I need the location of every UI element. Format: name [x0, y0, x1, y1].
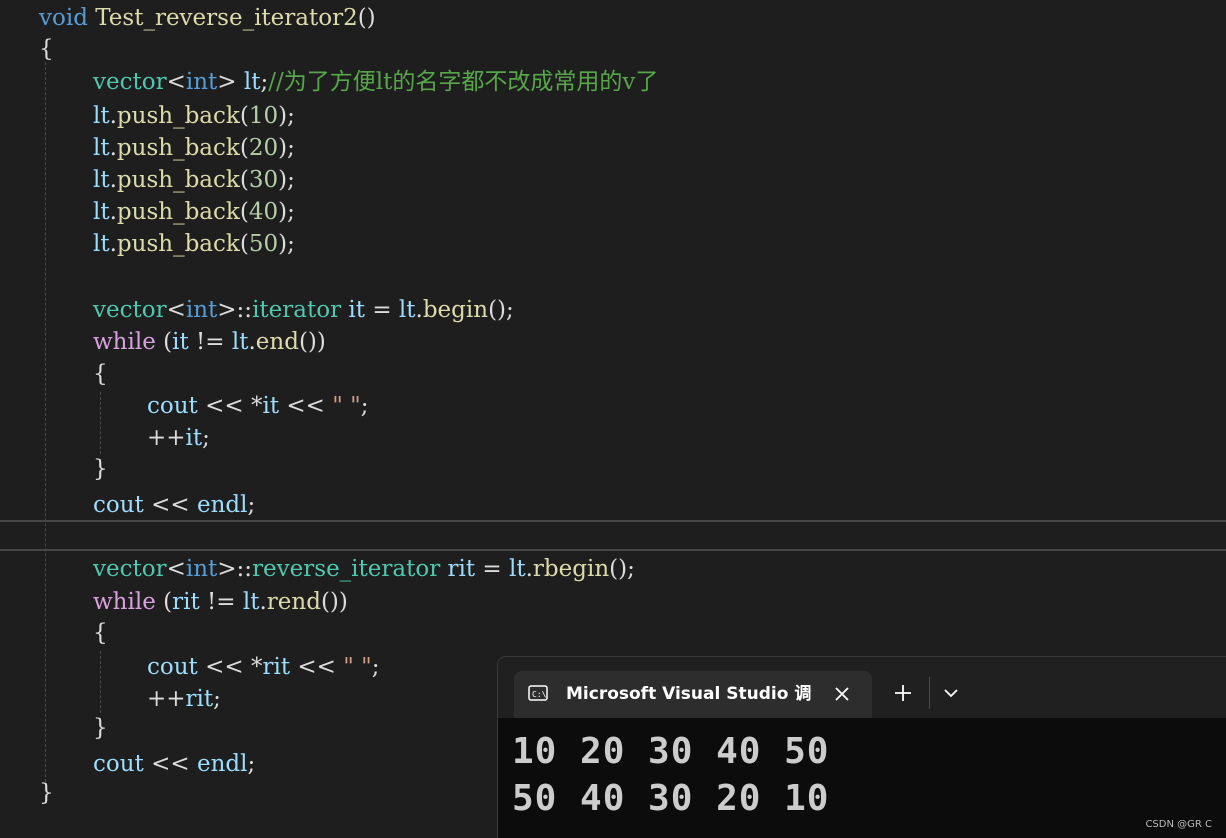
code-line[interactable]: vector<int>::iterator it = lt.begin();	[93, 294, 514, 326]
code-line[interactable]: void Test_reverse_iterator2()	[39, 2, 376, 34]
code-line[interactable]: while (it != lt.end())	[93, 326, 326, 358]
chevron-down-icon[interactable]	[939, 681, 963, 705]
terminal-output[interactable]: 10 20 30 40 50 50 40 30 20 10	[498, 718, 1226, 838]
code-line[interactable]: lt.push_back(20);	[93, 132, 295, 164]
indent-guide	[100, 392, 101, 454]
output-line: 50 40 30 20 10	[512, 778, 830, 819]
titlebar-divider	[929, 677, 930, 709]
code-line[interactable]: lt.push_back(10);	[93, 100, 295, 132]
current-line-highlight-bottom	[0, 549, 1226, 551]
console-icon: C:\	[528, 685, 548, 701]
code-line[interactable]: cout << endl;	[93, 489, 255, 521]
tab-title: Microsoft Visual Studio 调试控制台	[566, 684, 812, 704]
function-name: Test_reverse_iterator2	[95, 5, 358, 31]
code-line[interactable]: {	[93, 358, 108, 390]
code-line[interactable]: }	[39, 777, 54, 809]
code-line[interactable]: cout << *it << " ";	[147, 390, 368, 422]
output-line: 10 20 30 40 50	[512, 731, 830, 772]
indent-guide	[45, 62, 46, 782]
code-line[interactable]: }	[93, 712, 108, 744]
code-line[interactable]: lt.push_back(30);	[93, 164, 295, 196]
code-line[interactable]: while (rit != lt.rend())	[93, 586, 348, 618]
code-line[interactable]: {	[39, 33, 54, 65]
code-comment: //为了方便lt的名字都不改成常用的v了	[268, 69, 659, 95]
code-line[interactable]: ++it;	[147, 422, 210, 454]
code-line[interactable]: }	[93, 453, 108, 485]
code-line[interactable]: vector<int> lt;//为了方便lt的名字都不改成常用的v了	[93, 66, 658, 98]
watermark: CSDN @GR C	[1145, 819, 1212, 830]
indent-guide	[100, 651, 101, 713]
terminal-titlebar[interactable]: C:\ Microsoft Visual Studio 调试控制台	[498, 657, 1226, 718]
close-icon[interactable]	[830, 682, 854, 706]
code-line[interactable]: ++rit;	[147, 683, 221, 715]
keyword-void: void	[39, 5, 88, 31]
code-line[interactable]: vector<int>::reverse_iterator rit = lt.r…	[93, 553, 635, 585]
code-line[interactable]: lt.push_back(40);	[93, 196, 295, 228]
code-line[interactable]: lt.push_back(50);	[93, 228, 295, 260]
svg-text:C:\: C:\	[532, 690, 547, 699]
code-line[interactable]: cout << *rit << " ";	[147, 651, 379, 683]
terminal-tab[interactable]: C:\ Microsoft Visual Studio 调试控制台	[514, 671, 872, 718]
terminal-window[interactable]: C:\ Microsoft Visual Studio 调试控制台 10 20 …	[498, 657, 1226, 838]
code-line[interactable]: cout << endl;	[93, 748, 255, 780]
code-line[interactable]: {	[93, 617, 108, 649]
plus-icon[interactable]	[891, 681, 915, 705]
